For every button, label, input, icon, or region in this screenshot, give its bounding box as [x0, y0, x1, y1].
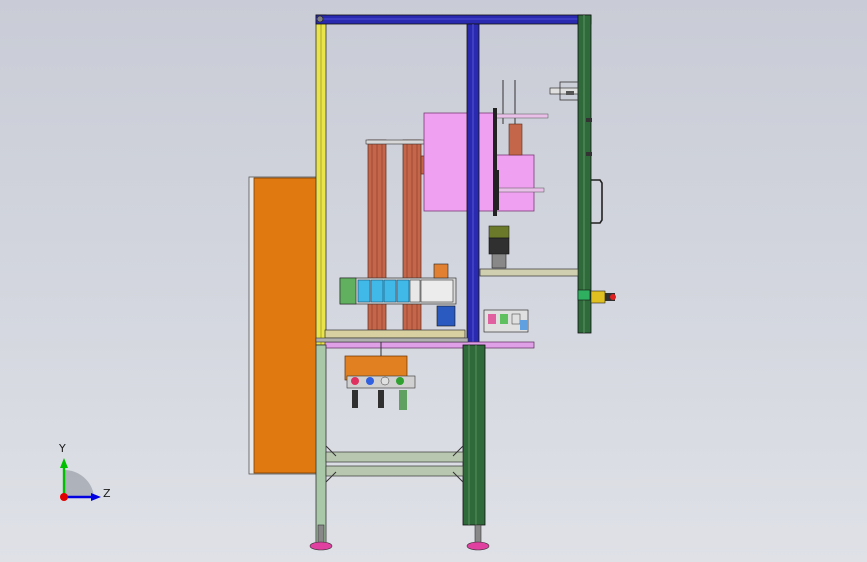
origin-marker	[60, 493, 68, 501]
pink-actuators	[423, 80, 549, 216]
machine-assembly-drawing	[60, 14, 616, 551]
right-upright	[577, 14, 603, 334]
lower-manifold	[344, 342, 416, 410]
leveling-feet	[309, 524, 490, 551]
gripper-cluster	[483, 309, 529, 333]
valve-manifold	[339, 263, 457, 327]
orientation-triad	[60, 458, 101, 501]
side-panel	[248, 176, 318, 475]
y-axis-label: Y	[59, 442, 66, 455]
center-upright	[466, 23, 480, 345]
z-axis-label: Z	[103, 487, 111, 500]
mid-deck	[315, 329, 535, 349]
sensor-block	[488, 225, 510, 269]
left-upright	[315, 14, 327, 346]
top-beam	[315, 14, 592, 25]
top-right-bracket	[549, 81, 579, 101]
horizontal-arm	[479, 268, 616, 304]
cad-viewport[interactable]: Y Z	[0, 0, 867, 562]
